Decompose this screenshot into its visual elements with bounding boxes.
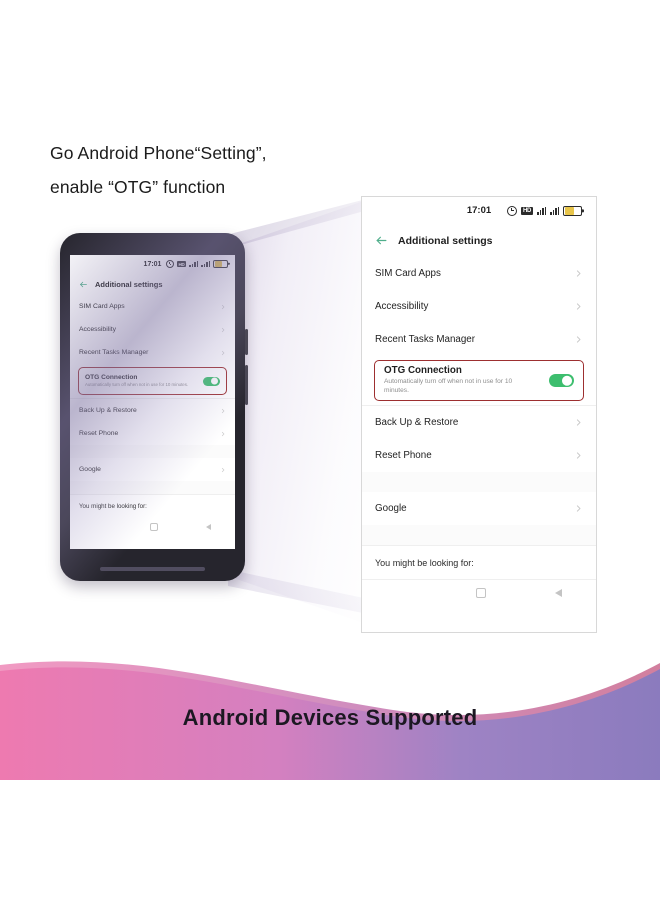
back-arrow-icon[interactable] xyxy=(79,280,88,289)
list-item-reset-phone[interactable]: Reset Phone xyxy=(362,439,596,472)
row-label: SIM Card Apps xyxy=(375,268,441,279)
phone-screen: 17:01 HD Additional settings SIM Card Ap… xyxy=(70,255,235,549)
phone-mockup: 17:01 HD Additional settings SIM Card Ap… xyxy=(60,233,248,581)
signal-1-icon xyxy=(189,261,198,267)
alarm-icon xyxy=(507,205,517,216)
statusbar-icons: HD xyxy=(507,205,582,216)
headline-line-1: Go Android Phone“Setting”, xyxy=(50,143,267,163)
home-icon[interactable] xyxy=(150,523,158,531)
appbar-title: Additional settings xyxy=(95,279,163,289)
row-label: Recent Tasks Manager xyxy=(79,349,149,356)
phone-statusbar: 17:01 HD xyxy=(70,255,235,273)
signal-2-icon xyxy=(201,261,210,267)
list-item[interactable]: Recent Tasks Manager xyxy=(70,341,235,364)
footer-hint-row: You might be looking for: xyxy=(362,546,596,579)
statusbar-time: 17:01 xyxy=(466,205,492,216)
panel-appbar: Additional settings xyxy=(362,224,596,257)
panel-statusbar: 17:01 HD xyxy=(362,197,596,224)
phone-side-button-power xyxy=(245,365,248,405)
toggle-knob xyxy=(561,375,572,386)
list-item-google[interactable]: Google xyxy=(362,492,596,525)
section-gap xyxy=(362,472,596,492)
otg-connection-row[interactable]: OTG Connection Automatically turn off wh… xyxy=(374,360,584,401)
hd-call-icon: HD xyxy=(521,206,533,215)
back-icon[interactable] xyxy=(554,589,562,597)
row-label: Back Up & Restore xyxy=(375,417,459,428)
list-item[interactable]: Back Up & Restore xyxy=(70,399,235,422)
otg-toggle-switch[interactable] xyxy=(203,376,220,386)
zoom-beam-graphic xyxy=(228,196,378,628)
footer-hint-row: You might be looking for: xyxy=(70,495,235,518)
home-icon[interactable] xyxy=(475,587,487,599)
row-label: Back Up & Restore xyxy=(79,407,137,414)
row-label: Accessibility xyxy=(79,326,117,333)
instruction-headline: Go Android Phone“Setting”, enable “OTG” … xyxy=(50,136,450,204)
android-navbar xyxy=(362,580,596,606)
zoom-beam-bottom-edge xyxy=(228,569,378,616)
chevron-right-icon xyxy=(574,418,583,427)
statusbar-icons: HD xyxy=(166,260,228,268)
section-gap xyxy=(70,445,235,458)
chevron-right-icon xyxy=(220,467,226,473)
recents-icon[interactable] xyxy=(396,589,407,597)
section-gap xyxy=(70,481,235,494)
otg-subtitle: Automatically turn off when not in use f… xyxy=(384,378,513,394)
section-gap xyxy=(362,525,596,545)
otg-subtitle: Automatically turn off when not in use f… xyxy=(85,382,189,387)
list-item[interactable]: Reset Phone xyxy=(70,422,235,445)
row-label: Reset Phone xyxy=(79,430,119,437)
footer-hint-label: You might be looking for: xyxy=(375,557,474,568)
statusbar-time: 17:01 xyxy=(143,260,162,268)
list-item[interactable]: SIM Card Apps xyxy=(70,295,235,318)
back-icon[interactable] xyxy=(206,524,211,530)
otg-texts: OTG Connection Automatically turn off wh… xyxy=(384,365,534,395)
footer-hint-label: You might be looking for: xyxy=(79,503,147,510)
banner-title: Android Devices Supported xyxy=(182,705,478,730)
row-label: Accessibility xyxy=(375,301,429,312)
phone-appbar: Additional settings xyxy=(70,273,235,295)
phone-side-button-volume xyxy=(245,329,248,355)
chevron-right-icon xyxy=(220,431,226,437)
otg-texts: OTG Connection Automatically turn off wh… xyxy=(85,374,188,388)
otg-connection-row[interactable]: OTG Connection Automatically turn off wh… xyxy=(78,367,227,395)
enlarged-settings-panel: 17:01 HD Additional settings SIM Card Ap… xyxy=(361,196,597,633)
row-label: Recent Tasks Manager xyxy=(375,334,476,345)
otg-toggle-switch[interactable] xyxy=(549,373,574,388)
android-navbar xyxy=(70,518,235,536)
chevron-right-icon xyxy=(574,302,583,311)
battery-icon xyxy=(563,205,582,216)
chevron-right-icon xyxy=(574,335,583,344)
row-label: Google xyxy=(375,503,407,514)
list-item[interactable]: Accessibility xyxy=(70,318,235,341)
otg-title: OTG Connection xyxy=(85,374,138,381)
signal-1-icon xyxy=(537,206,546,215)
phone-speaker-bar xyxy=(100,567,205,571)
chevron-right-icon xyxy=(574,451,583,460)
appbar-title: Additional settings xyxy=(398,234,493,247)
chevron-right-icon xyxy=(220,408,226,414)
chevron-right-icon xyxy=(220,350,226,356)
recents-icon[interactable] xyxy=(94,524,102,530)
signal-2-icon xyxy=(550,206,559,215)
otg-title: OTG Connection xyxy=(384,365,462,377)
list-item-recent-tasks-manager[interactable]: Recent Tasks Manager xyxy=(362,323,596,356)
list-item-back-up-restore[interactable]: Back Up & Restore xyxy=(362,406,596,439)
alarm-icon xyxy=(166,260,174,268)
toggle-knob xyxy=(211,377,218,385)
row-label: Reset Phone xyxy=(375,450,432,461)
chevron-right-icon xyxy=(220,327,226,333)
row-label: SIM Card Apps xyxy=(79,303,125,310)
list-item[interactable]: Google xyxy=(70,458,235,481)
chevron-right-icon xyxy=(574,504,583,513)
back-arrow-icon[interactable] xyxy=(375,234,388,247)
list-item-sim-card-apps[interactable]: SIM Card Apps xyxy=(362,257,596,290)
battery-icon xyxy=(213,260,228,268)
chevron-right-icon xyxy=(574,269,583,278)
hd-call-icon: HD xyxy=(177,261,186,267)
row-label: Google xyxy=(79,466,101,473)
list-item-accessibility[interactable]: Accessibility xyxy=(362,290,596,323)
chevron-right-icon xyxy=(220,304,226,310)
zoom-beam-top-edge xyxy=(228,196,378,249)
